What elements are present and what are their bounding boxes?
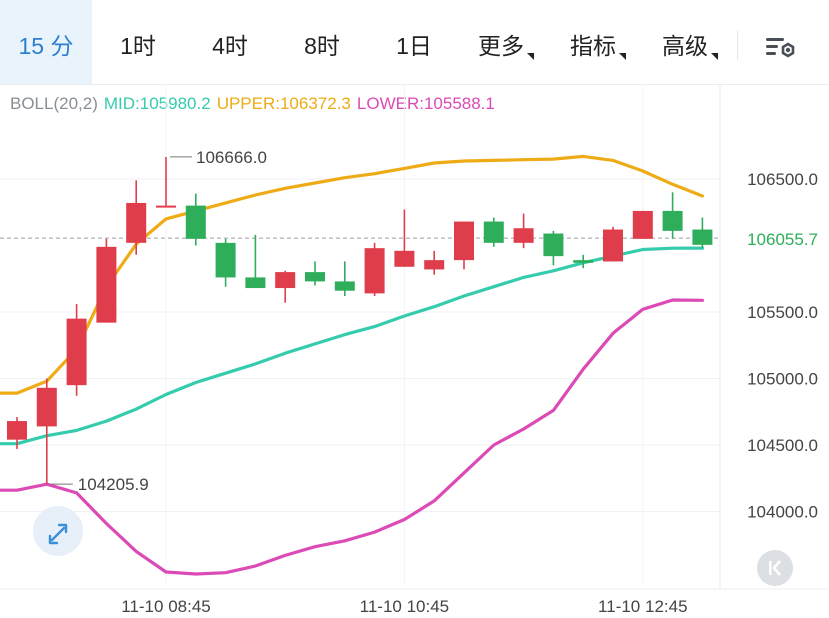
candle-body bbox=[543, 233, 564, 257]
candle-body bbox=[66, 318, 87, 386]
high-marker-label: 106666.0 bbox=[196, 148, 267, 167]
candle-body bbox=[364, 248, 385, 294]
low-marker-label: 104205.9 bbox=[78, 475, 149, 494]
candle-body bbox=[603, 229, 623, 262]
x-tick-label: 11-10 12:45 bbox=[598, 597, 687, 616]
tab-label: 1时 bbox=[120, 33, 156, 59]
candle-body bbox=[692, 229, 713, 245]
tab-8h[interactable]: 8时 bbox=[276, 0, 368, 84]
candle-body bbox=[126, 202, 147, 243]
candle-body bbox=[7, 421, 27, 440]
tab-label: 15 分 bbox=[18, 33, 74, 59]
candle-body bbox=[305, 272, 325, 282]
tab-label: 指标 bbox=[570, 33, 616, 59]
x-tick-label: 11-10 10:45 bbox=[360, 597, 449, 616]
y-tick-label: 105500.0 bbox=[747, 303, 818, 322]
chart-settings-icon[interactable] bbox=[760, 30, 800, 66]
tab-4h[interactable]: 4时 bbox=[184, 0, 276, 84]
tab-indicators[interactable]: 指标 bbox=[552, 0, 644, 84]
candle-body bbox=[275, 272, 296, 289]
candle-body bbox=[454, 221, 474, 261]
current-price-label: 106055.7 bbox=[747, 230, 818, 249]
y-tick-label: 106500.0 bbox=[747, 170, 818, 189]
candle-body bbox=[662, 210, 683, 231]
candle-body bbox=[245, 277, 266, 289]
tab-15m[interactable]: 15 分 bbox=[0, 0, 92, 84]
timeframe-tabbar: 15 分 1时 4时 8时 1日 更多 指标 高级 bbox=[0, 0, 829, 85]
dropdown-triangle-icon bbox=[527, 53, 534, 60]
candle-body bbox=[156, 205, 176, 208]
tab-label: 4时 bbox=[212, 33, 248, 59]
dropdown-triangle-icon bbox=[619, 53, 626, 60]
candle-body bbox=[36, 387, 57, 427]
candlestick-chart[interactable]: 106666.0 104205.9 106500.0 105500.0 105000.0… bbox=[0, 84, 829, 618]
boll-lower-line bbox=[0, 298, 704, 576]
collapse-left-icon[interactable] bbox=[757, 550, 793, 586]
candle-body bbox=[96, 246, 117, 323]
y-tick-label: 104000.0 bbox=[747, 503, 818, 522]
dropdown-triangle-icon bbox=[711, 53, 718, 60]
expand-arrows-icon[interactable] bbox=[33, 506, 83, 556]
tab-label: 高级 bbox=[662, 33, 708, 59]
tab-advanced[interactable]: 高级 bbox=[644, 0, 736, 84]
x-tick-label: 11-10 08:45 bbox=[121, 597, 210, 616]
tab-1d[interactable]: 1日 bbox=[368, 0, 460, 84]
tab-label: 更多 bbox=[478, 33, 524, 59]
candle-body bbox=[513, 228, 534, 243]
candle-body bbox=[483, 221, 504, 243]
candle-body bbox=[394, 250, 415, 267]
tab-more[interactable]: 更多 bbox=[460, 0, 552, 84]
candle-body bbox=[632, 210, 653, 239]
y-tick-label: 104500.0 bbox=[747, 436, 818, 455]
tab-label: 8时 bbox=[304, 33, 340, 59]
tab-divider bbox=[737, 30, 738, 60]
tab-label: 1日 bbox=[396, 33, 432, 59]
y-tick-label: 105000.0 bbox=[747, 370, 818, 389]
candle-body bbox=[334, 281, 355, 291]
tab-1h[interactable]: 1时 bbox=[92, 0, 184, 84]
candle-body bbox=[185, 205, 206, 239]
candle-body bbox=[573, 260, 594, 263]
candle-body bbox=[215, 242, 236, 278]
candle-body bbox=[424, 260, 445, 270]
